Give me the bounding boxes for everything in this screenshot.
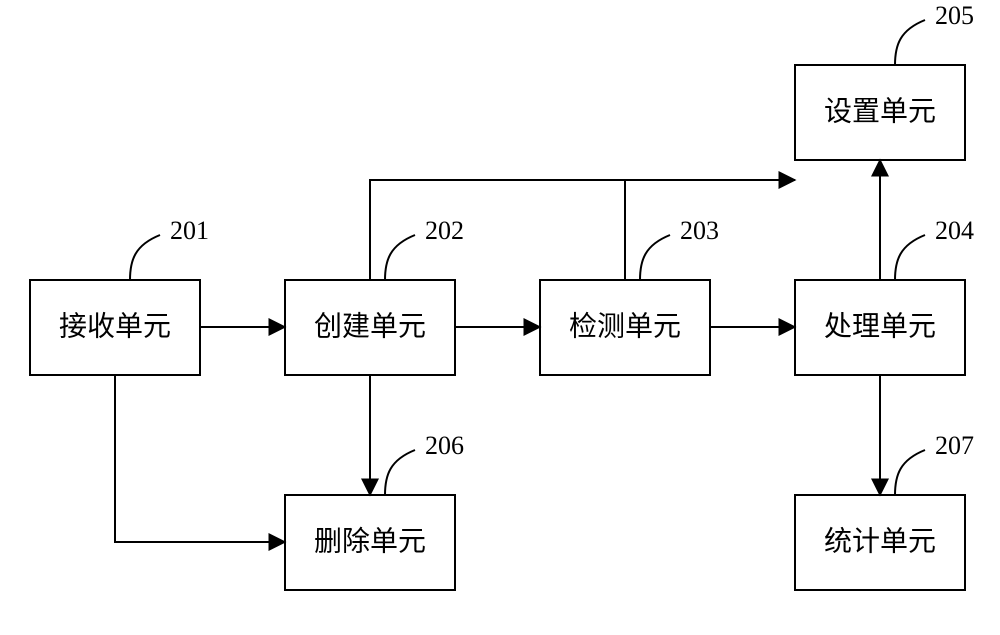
node-201-label: 接收单元 — [59, 310, 171, 342]
node-206: 删除单元 — [285, 495, 455, 590]
num-204: 204 — [935, 216, 974, 245]
leader-205 — [895, 20, 925, 65]
leader-203 — [640, 235, 670, 280]
node-206-label: 删除单元 — [314, 525, 426, 557]
num-201: 201 — [170, 216, 209, 245]
node-207: 统计单元 — [795, 495, 965, 590]
node-203-label: 检测单元 — [569, 310, 681, 342]
node-205-label: 设置单元 — [824, 95, 936, 127]
node-203: 检测单元 — [540, 280, 710, 375]
diagram-canvas: 接收单元 创建单元 检测单元 处理单元 设置单元 删除单元 统计单元 201 2… — [0, 0, 1000, 635]
edge-201-206 — [115, 375, 285, 542]
leader-202 — [385, 235, 415, 280]
num-205: 205 — [935, 1, 974, 30]
num-207: 207 — [935, 431, 974, 460]
node-207-label: 统计单元 — [824, 525, 936, 557]
leader-207 — [895, 450, 925, 495]
node-202-label: 创建单元 — [314, 310, 426, 342]
node-204: 处理单元 — [795, 280, 965, 375]
node-201: 接收单元 — [30, 280, 200, 375]
num-203: 203 — [680, 216, 719, 245]
leader-204 — [895, 235, 925, 280]
num-202: 202 — [425, 216, 464, 245]
node-204-label: 处理单元 — [824, 310, 936, 342]
leader-201 — [130, 235, 160, 280]
node-202: 创建单元 — [285, 280, 455, 375]
num-206: 206 — [425, 431, 464, 460]
leader-206 — [385, 450, 415, 495]
node-205: 设置单元 — [795, 65, 965, 160]
